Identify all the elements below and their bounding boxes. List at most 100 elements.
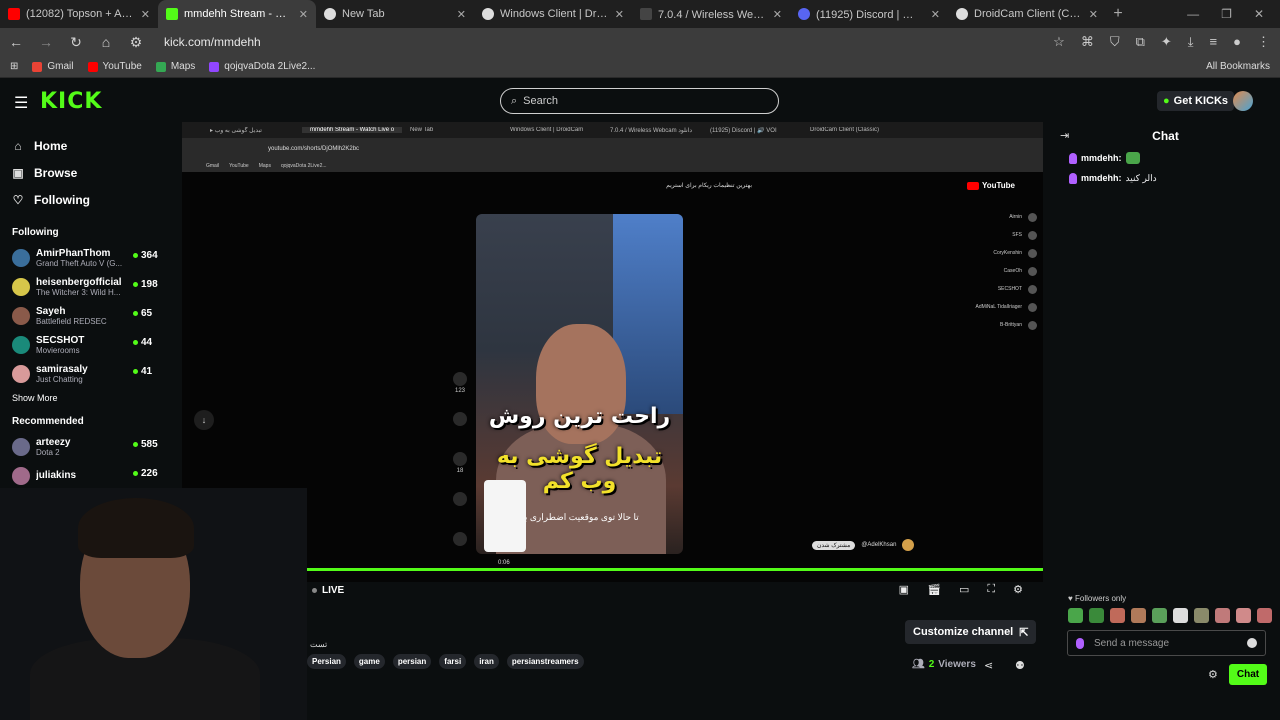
sidebar-channel[interactable]: juliakins 226 <box>0 461 168 490</box>
browser-tab[interactable]: DroidCam Client (Classic) ✕ <box>948 0 1106 28</box>
get-kicks-button[interactable]: ● Get KICKs <box>1157 91 1235 111</box>
emote-icon[interactable] <box>1110 608 1125 623</box>
chat-send-button[interactable]: Chat <box>1229 664 1267 685</box>
puzzle-icon[interactable]: ✦ <box>1161 34 1172 50</box>
like-count: 123 <box>454 388 465 394</box>
emote-icon[interactable] <box>1068 608 1083 623</box>
shield-icon[interactable]: ⛉ <box>1110 34 1120 50</box>
close-icon[interactable]: ✕ <box>457 8 466 21</box>
avatar[interactable] <box>1233 91 1253 111</box>
avatar <box>12 437 30 456</box>
emote-bar <box>1068 608 1272 623</box>
browser-tab[interactable]: New Tab ✕ <box>316 0 474 28</box>
yt-side-item: Airnin <box>937 208 1037 226</box>
sidebar-channel[interactable]: arteezy Dota 2 585 <box>0 432 168 461</box>
browser-tab[interactable]: (11925) Discord | 🔊 VOI ✕ <box>790 0 948 28</box>
restore-icon[interactable]: ❐ <box>1221 7 1232 21</box>
nav-following[interactable]: ♡ Following <box>12 186 168 213</box>
reading-list-icon[interactable]: ≡ <box>1210 34 1218 50</box>
chat-username[interactable]: mmdehh: <box>1081 173 1122 183</box>
emoji-icon[interactable] <box>1247 638 1257 648</box>
fullscreen-icon[interactable]: ⛶ <box>987 583 995 596</box>
mic-icon <box>1076 637 1084 649</box>
sidebar-channel[interactable]: heisenbergofficial The Witcher 3: Wild H.… <box>0 272 168 301</box>
tag[interactable]: persianstreamers <box>506 654 584 669</box>
show-more-button[interactable]: Show More <box>0 388 168 408</box>
emote-icon[interactable] <box>1215 608 1230 623</box>
site-info-icon[interactable]: ⚙ <box>128 34 144 51</box>
chat-settings-icon[interactable]: ⚙ <box>1208 668 1218 681</box>
url-field[interactable]: kick.com/mmdehh <box>164 35 261 49</box>
tag[interactable]: game <box>353 654 385 669</box>
channel-name: AmirPhanThom <box>36 247 111 259</box>
menu-icon[interactable]: ⋮ <box>1257 34 1270 50</box>
close-icon[interactable]: ✕ <box>1089 8 1098 21</box>
star-icon[interactable]: ☆ <box>1053 34 1065 50</box>
sidebar-channel[interactable]: AmirPhanThom Grand Theft Auto V (G... 364 <box>0 243 168 272</box>
bookmark-maps[interactable]: Maps <box>155 61 195 72</box>
channel-category: Grand Theft Auto V (G... <box>36 258 123 268</box>
nav-browse[interactable]: ▣ Browse <box>12 159 168 186</box>
customize-channel-button[interactable]: Customize channel ⇱ <box>905 620 1037 644</box>
bookmark-twitch[interactable]: qojqvaDota 2Live2... <box>209 61 315 72</box>
download-icon[interactable]: ⤓ <box>1188 34 1194 50</box>
back-icon[interactable]: ← <box>8 34 24 50</box>
sidebar-channel[interactable]: Sayeh Battlefield REDSEC 65 <box>0 301 168 330</box>
settings-icon[interactable]: ⚙ <box>1013 583 1023 596</box>
emote-icon[interactable] <box>1131 608 1146 623</box>
home-icon[interactable]: ⌂ <box>98 34 114 50</box>
share-icon[interactable]: ⋖ <box>984 659 993 672</box>
emote-icon[interactable] <box>1236 608 1251 623</box>
hamburger-icon[interactable]: ☰ <box>14 93 28 113</box>
chat-input[interactable]: Send a message <box>1067 630 1266 656</box>
emote-icon[interactable] <box>1173 608 1188 623</box>
tag[interactable]: iran <box>474 654 499 669</box>
add-user-icon[interactable]: ⚉ <box>1015 659 1025 672</box>
close-icon[interactable]: ✕ <box>299 8 308 21</box>
search-input[interactable]: ⌕ Search <box>500 88 779 114</box>
emote-icon[interactable] <box>1194 608 1209 623</box>
nav-home[interactable]: ⌂ Home <box>12 132 168 159</box>
bookmark-gmail[interactable]: Gmail <box>32 61 74 72</box>
channel-name: samirasaly <box>36 363 88 375</box>
close-icon[interactable]: ✕ <box>141 8 150 21</box>
browser-tab[interactable]: (12082) Topson + Arteezy + Mi ✕ <box>0 0 158 28</box>
theater-icon[interactable]: ▭ <box>959 583 969 596</box>
inner-bookmark: Gmail <box>206 163 220 169</box>
close-icon[interactable]: ✕ <box>931 8 940 21</box>
sidebar-channel[interactable]: samirasaly Just Chatting 41 <box>0 359 168 388</box>
minimize-icon[interactable]: — <box>1187 7 1199 21</box>
forward-icon[interactable]: → <box>38 34 54 50</box>
pip-icon[interactable]: ▣ <box>899 583 909 596</box>
profile-icon[interactable]: ● <box>1233 34 1241 50</box>
video-player[interactable]: ▸ تبدیل گوشی به وب mmdehh Stream - Watch… <box>182 122 1043 582</box>
bookmark-youtube[interactable]: YouTube <box>87 61 142 72</box>
emote-icon[interactable] <box>1257 608 1272 623</box>
browser-tab[interactable]: Windows Client | DroidCam ✕ <box>474 0 632 28</box>
tag[interactable]: Persian <box>307 654 346 669</box>
tab-title: Windows Client | DroidCam <box>500 8 609 20</box>
apps-icon[interactable]: ⊞ <box>10 61 18 72</box>
browser-tab[interactable]: 7.0.4 / Wireless Webcam دانلود ✕ <box>632 0 790 28</box>
kick-logo[interactable]: KICK <box>40 89 102 114</box>
extension-icon[interactable]: ⧉ <box>1136 34 1145 50</box>
all-bookmarks[interactable]: All Bookmarks <box>1206 61 1270 72</box>
translate-icon[interactable]: ⌘ <box>1081 34 1094 50</box>
sidebar-channel[interactable]: SECSHOT Movierooms 44 <box>0 330 168 359</box>
tag[interactable]: persian <box>392 654 432 669</box>
channel-name: SECSHOT <box>36 334 85 346</box>
close-icon[interactable]: ✕ <box>615 8 624 21</box>
chat-username[interactable]: mmdehh: <box>1081 153 1122 163</box>
close-icon[interactable]: ✕ <box>773 8 782 21</box>
live-dot-icon <box>133 340 138 345</box>
reload-icon[interactable]: ↻ <box>68 34 84 51</box>
stream-tags: Persian game persian farsi iran persians… <box>307 654 584 669</box>
browser-tab-active[interactable]: mmdehh Stream - Watch Live o ✕ <box>158 0 316 28</box>
close-window-icon[interactable]: ✕ <box>1254 7 1264 21</box>
emote-icon[interactable] <box>1089 608 1104 623</box>
tag[interactable]: farsi <box>439 654 467 669</box>
new-tab-button[interactable]: + <box>1106 5 1130 23</box>
clip-icon[interactable]: 🎬︎ <box>927 583 941 596</box>
comment-icon <box>453 452 467 466</box>
emote-icon[interactable] <box>1152 608 1167 623</box>
